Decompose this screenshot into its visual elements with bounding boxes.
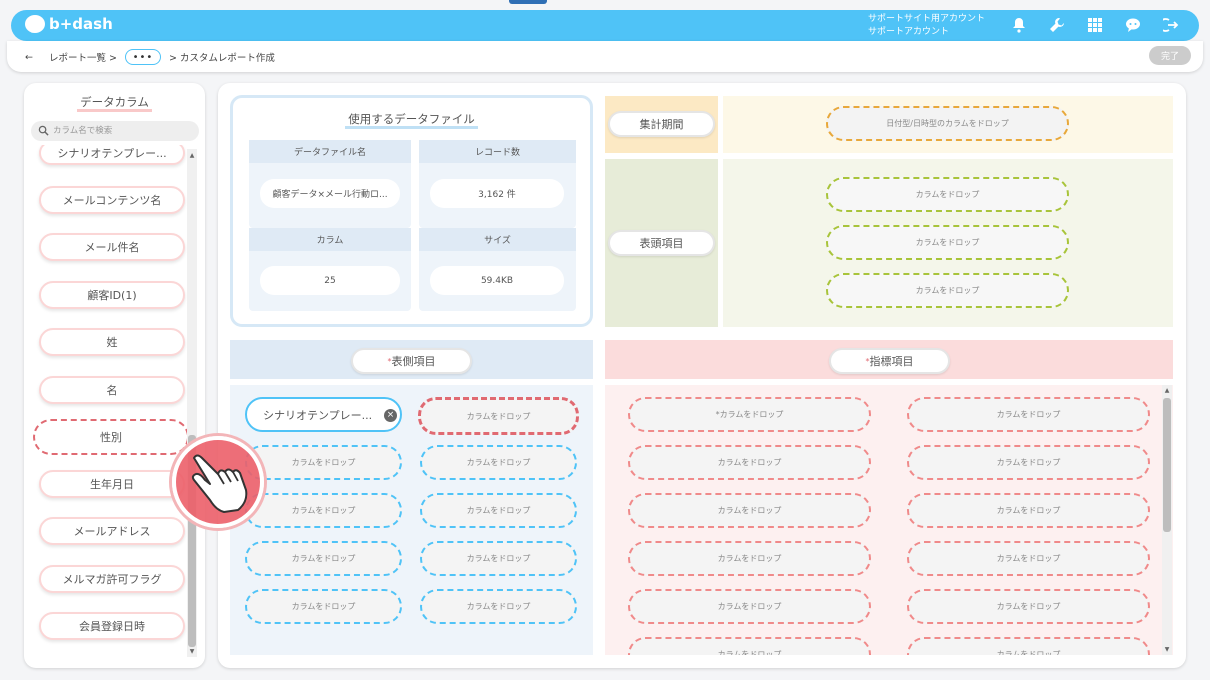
row-drop-zone-highlighted[interactable]: カラムをドロップ xyxy=(418,397,579,435)
metric-items-area: *カラムをドロップ カラムをドロップ カラムをドロップ カラムをドロップ カラム… xyxy=(605,385,1173,655)
row-item-filled[interactable]: シナリオテンプレー... × xyxy=(245,397,402,432)
scroll-thumb[interactable] xyxy=(1163,398,1171,532)
account-info[interactable]: サポートサイト用アカウント サポートアカウント xyxy=(868,13,985,39)
metric-drop-zone[interactable]: カラムをドロップ xyxy=(628,445,871,480)
row-drop-zone[interactable]: カラムをドロップ xyxy=(420,445,577,480)
column-item-selected[interactable]: 性別 xyxy=(33,419,189,455)
metric-drop-zone[interactable]: カラムをドロップ xyxy=(628,589,871,624)
panel-title: データカラム xyxy=(24,94,205,112)
metric-drop-zone[interactable]: カラムをドロップ xyxy=(907,445,1150,480)
row-items-header: * 表側項目 xyxy=(230,340,593,382)
file-name-value: 顧客データ×メール行動ロ... xyxy=(260,179,400,208)
row-items-area: シナリオテンプレー... × カラムをドロップ カラムをドロップ カラムをドロッ… xyxy=(230,385,593,655)
grid-icon[interactable] xyxy=(1083,15,1107,35)
breadcrumb: ← レポート一覧 > ••• > カスタムレポート作成 xyxy=(25,49,275,65)
data-file-card: 使用するデータファイル データファイル名 顧客データ×メール行動ロ... レコー… xyxy=(230,95,593,327)
breadcrumb-report-list[interactable]: レポート一覧 > xyxy=(49,50,117,64)
metric-scrollbar[interactable]: ▲ ▼ xyxy=(1162,385,1172,655)
report-builder: 使用するデータファイル データファイル名 顧客データ×メール行動ロ... レコー… xyxy=(218,83,1186,668)
remove-icon[interactable]: × xyxy=(384,409,397,422)
breadcrumb-ellipsis-button[interactable]: ••• xyxy=(124,49,161,65)
data-file-title: 使用するデータファイル xyxy=(233,111,590,129)
column-item[interactable]: メルマガ許可フラグ xyxy=(39,565,185,593)
header-items-label-area: 表頭項目 xyxy=(605,159,718,327)
drag-hand-cursor-icon xyxy=(172,436,264,528)
row-drop-zone[interactable]: カラムをドロップ xyxy=(245,493,402,528)
metric-drop-zone[interactable]: カラムをドロップ xyxy=(907,637,1150,655)
search-placeholder: カラム名で検索 xyxy=(53,126,113,136)
header-drop-zone[interactable]: カラムをドロップ xyxy=(826,273,1069,308)
done-button[interactable]: 完了 xyxy=(1149,46,1191,65)
column-list-scrollbar[interactable]: ▲ ▼ xyxy=(187,149,197,657)
column-item[interactable]: 顧客ID(1) xyxy=(39,281,185,309)
row-items-label: * 表側項目 xyxy=(351,348,472,374)
header-items-drop-area: カラムをドロップ カラムをドロップ カラムをドロップ xyxy=(723,159,1173,327)
bell-icon[interactable] xyxy=(1007,15,1031,35)
row-drop-zone[interactable]: カラムをドロップ xyxy=(245,445,402,480)
period-label: 集計期間 xyxy=(608,111,715,137)
scroll-up-icon[interactable]: ▲ xyxy=(187,152,197,159)
row-drop-zone[interactable]: カラムをドロップ xyxy=(420,541,577,576)
scroll-down-icon[interactable]: ▼ xyxy=(187,648,197,655)
column-item[interactable]: シナリオテンプレー... xyxy=(39,145,185,165)
account-site: サポートサイト用アカウント xyxy=(868,14,986,24)
account-name: サポートアカウント xyxy=(868,27,950,37)
metric-drop-zone[interactable]: *カラムをドロップ xyxy=(628,397,871,432)
columns-header: カラム xyxy=(249,228,411,251)
scroll-down-icon[interactable]: ▼ xyxy=(1162,646,1172,653)
column-item[interactable]: メールアドレス xyxy=(39,517,185,545)
logout-icon[interactable] xyxy=(1159,15,1183,35)
metric-drop-zone[interactable]: カラムをドロップ xyxy=(628,541,871,576)
column-item[interactable]: メール件名 xyxy=(39,233,185,261)
header-drop-zone[interactable]: カラムをドロップ xyxy=(826,177,1069,212)
column-search-input[interactable]: カラム名で検索 xyxy=(31,121,199,141)
period-drop-area: 日付型/日時型のカラムをドロップ xyxy=(723,96,1173,153)
column-item[interactable]: メールコンテンツ名 xyxy=(39,186,185,214)
metric-drop-zone[interactable]: カラムをドロップ xyxy=(907,541,1150,576)
metric-drop-zone[interactable]: カラムをドロップ xyxy=(907,493,1150,528)
column-list: シナリオテンプレー... メールコンテンツ名 メール件名 顧客ID(1) 姓 名… xyxy=(24,145,205,655)
metric-items-label: * 指標項目 xyxy=(829,348,950,374)
row-drop-zone[interactable]: カラムをドロップ xyxy=(420,493,577,528)
breadcrumb-bar: ← レポート一覧 > ••• > カスタムレポート作成 完了 xyxy=(7,41,1203,72)
column-item[interactable]: 名 xyxy=(39,376,185,404)
column-item[interactable]: 姓 xyxy=(39,328,185,356)
row-drop-zone[interactable]: カラムをドロップ xyxy=(245,541,402,576)
row-drop-zone[interactable]: カラムをドロップ xyxy=(245,589,402,624)
size-header: サイズ xyxy=(419,228,576,251)
back-arrow-icon[interactable]: ← xyxy=(25,52,33,63)
metric-drop-zone[interactable]: カラムをドロップ xyxy=(907,589,1150,624)
records-value: 3,162 件 xyxy=(430,179,564,208)
records-header: レコード数 xyxy=(419,140,576,163)
metric-drop-zone[interactable]: カラムをドロップ xyxy=(907,397,1150,432)
data-column-panel: データカラム カラム名で検索 シナリオテンプレー... メールコンテンツ名 メー… xyxy=(24,83,205,668)
wrench-icon[interactable] xyxy=(1045,15,1069,35)
row-item-label: シナリオテンプレー... xyxy=(263,408,373,422)
chat-icon[interactable] xyxy=(1121,15,1145,35)
size-value: 59.4KB xyxy=(430,266,564,295)
brand-name: b+dash xyxy=(49,15,113,33)
row-drop-zone[interactable]: カラムをドロップ xyxy=(420,589,577,624)
file-name-header: データファイル名 xyxy=(249,140,411,163)
period-drop-zone[interactable]: 日付型/日時型のカラムをドロップ xyxy=(826,106,1069,141)
logo-bubble-icon xyxy=(25,15,45,33)
metric-items-header: * 指標項目 xyxy=(605,340,1173,382)
search-icon xyxy=(38,125,49,136)
app-header: b+dash サポートサイト用アカウント サポートアカウント xyxy=(11,10,1199,41)
breadcrumb-current: > カスタムレポート作成 xyxy=(168,53,275,64)
columns-value: 25 xyxy=(260,266,400,295)
brand-logo[interactable]: b+dash xyxy=(25,15,113,33)
metric-drop-zone[interactable]: カラムをドロップ xyxy=(628,637,871,655)
metric-drop-zone[interactable]: カラムをドロップ xyxy=(628,493,871,528)
column-item[interactable]: 会員登録日時 xyxy=(39,612,185,640)
period-label-area: 集計期間 xyxy=(605,96,718,153)
top-indicator xyxy=(509,0,547,4)
scroll-up-icon[interactable]: ▲ xyxy=(1162,387,1172,394)
column-item[interactable]: 生年月日 xyxy=(39,470,185,498)
header-items-label: 表頭項目 xyxy=(608,230,715,256)
header-drop-zone[interactable]: カラムをドロップ xyxy=(826,225,1069,260)
